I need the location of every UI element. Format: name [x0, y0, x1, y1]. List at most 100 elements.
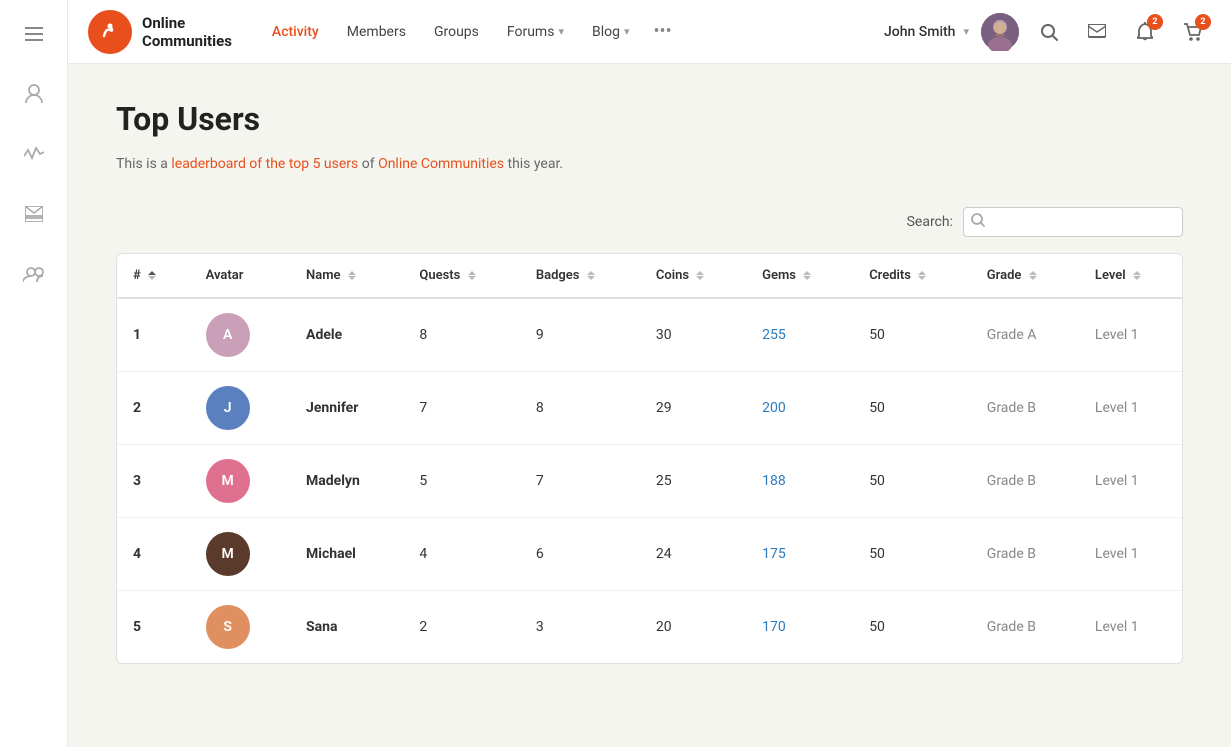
- user-menu[interactable]: John Smith ▾: [884, 24, 969, 40]
- search-label: Search:: [907, 214, 953, 230]
- cell-coins: 24: [640, 518, 746, 591]
- nav-members[interactable]: Members: [335, 16, 418, 48]
- cell-quests: 8: [403, 298, 519, 372]
- cell-quests: 5: [403, 445, 519, 518]
- subtitle-link: leaderboard of the top 5 users: [171, 156, 358, 172]
- user-avatar: S: [206, 605, 250, 649]
- cell-credits: 50: [853, 372, 971, 445]
- search-row: Search:: [116, 207, 1183, 237]
- grade-sort-icon: [1029, 271, 1037, 280]
- col-credits[interactable]: Credits: [853, 254, 971, 298]
- quests-sort-icon: [468, 271, 476, 280]
- brand: Online Communities: [88, 10, 232, 54]
- cell-gems: 170: [746, 591, 853, 664]
- cell-name: Adele: [290, 298, 403, 372]
- cell-level: Level 1: [1079, 518, 1182, 591]
- credits-sort-icon: [918, 271, 926, 280]
- user-avatar: J: [206, 386, 250, 430]
- table-row: 5 S Sana 2 3 20 170 50 Grade B Level 1: [117, 591, 1182, 664]
- col-level[interactable]: Level: [1079, 254, 1182, 298]
- forums-chevron-icon: ▾: [558, 25, 564, 38]
- user-name: John Smith: [884, 24, 955, 40]
- sidebar-groups-icon[interactable]: [16, 256, 52, 292]
- col-quests[interactable]: Quests: [403, 254, 519, 298]
- gems-sort-icon: [803, 271, 811, 280]
- cell-credits: 50: [853, 591, 971, 664]
- sidebar-menu-icon[interactable]: [16, 16, 52, 52]
- cell-quests: 4: [403, 518, 519, 591]
- cell-grade: Grade B: [971, 445, 1079, 518]
- nav-activity[interactable]: Activity: [260, 16, 331, 48]
- avatar[interactable]: [981, 13, 1019, 51]
- table-row: 3 M Madelyn 5 7 25 188 50 Grade B Level …: [117, 445, 1182, 518]
- search-input-wrap: [963, 207, 1183, 237]
- table-row: 2 J Jennifer 7 8 29 200 50 Grade B Level…: [117, 372, 1182, 445]
- cell-coins: 20: [640, 591, 746, 664]
- search-button[interactable]: [1031, 14, 1067, 50]
- blog-chevron-icon: ▾: [624, 25, 630, 38]
- cell-name: Sana: [290, 591, 403, 664]
- user-avatar: M: [206, 532, 250, 576]
- notifications-button[interactable]: 2: [1127, 14, 1163, 50]
- table-row: 1 A Adele 8 9 30 255 50 Grade A Level 1: [117, 298, 1182, 372]
- col-coins[interactable]: Coins: [640, 254, 746, 298]
- cell-avatar: M: [190, 445, 290, 518]
- brand-name-line2: Communities: [142, 32, 232, 50]
- cell-avatar: J: [190, 372, 290, 445]
- page-subtitle: This is a leaderboard of the top 5 users…: [116, 154, 1183, 175]
- col-rank[interactable]: #: [117, 254, 190, 298]
- page-title: Top Users: [116, 100, 1183, 138]
- cart-badge: 2: [1195, 14, 1211, 30]
- cell-avatar: M: [190, 518, 290, 591]
- cell-badges: 9: [520, 298, 640, 372]
- cell-badges: 3: [520, 591, 640, 664]
- subtitle-brand: Online Communities: [378, 156, 504, 172]
- cell-grade: Grade B: [971, 591, 1079, 664]
- cell-grade: Grade A: [971, 298, 1079, 372]
- cell-level: Level 1: [1079, 372, 1182, 445]
- cell-name: Michael: [290, 518, 403, 591]
- cell-coins: 29: [640, 372, 746, 445]
- cell-level: Level 1: [1079, 591, 1182, 664]
- sidebar-user-icon[interactable]: [16, 76, 52, 112]
- user-menu-chevron-icon: ▾: [963, 25, 969, 38]
- nav-blog[interactable]: Blog ▾: [580, 16, 642, 48]
- nav-forums[interactable]: Forums ▾: [495, 16, 576, 48]
- sidebar-activity-icon[interactable]: [16, 136, 52, 172]
- cell-rank: 4: [117, 518, 190, 591]
- brand-logo: [88, 10, 132, 54]
- cell-rank: 3: [117, 445, 190, 518]
- cell-grade: Grade B: [971, 518, 1079, 591]
- cart-button[interactable]: 2: [1175, 14, 1211, 50]
- cell-gems: 175: [746, 518, 853, 591]
- search-input[interactable]: [963, 207, 1183, 237]
- nav-groups[interactable]: Groups: [422, 16, 491, 48]
- cell-level: Level 1: [1079, 298, 1182, 372]
- brand-name-line1: Online: [142, 14, 232, 32]
- notification-badge: 2: [1147, 14, 1163, 30]
- col-grade[interactable]: Grade: [971, 254, 1079, 298]
- col-gems[interactable]: Gems: [746, 254, 853, 298]
- cell-grade: Grade B: [971, 372, 1079, 445]
- cell-credits: 50: [853, 445, 971, 518]
- cell-gems: 188: [746, 445, 853, 518]
- sidebar-inbox-icon[interactable]: [16, 196, 52, 232]
- cell-avatar: A: [190, 298, 290, 372]
- nav-right: John Smith ▾: [884, 13, 1211, 51]
- cell-avatar: S: [190, 591, 290, 664]
- nav-more-button[interactable]: •••: [645, 13, 679, 50]
- messages-button[interactable]: [1079, 14, 1115, 50]
- col-badges[interactable]: Badges: [520, 254, 640, 298]
- badges-sort-icon: [587, 271, 595, 280]
- rank-sort-icon: [148, 271, 156, 280]
- cell-rank: 2: [117, 372, 190, 445]
- col-name[interactable]: Name: [290, 254, 403, 298]
- cell-coins: 30: [640, 298, 746, 372]
- cell-level: Level 1: [1079, 445, 1182, 518]
- user-avatar: A: [206, 313, 250, 357]
- cell-rank: 5: [117, 591, 190, 664]
- col-avatar: Avatar: [190, 254, 290, 298]
- cell-credits: 50: [853, 298, 971, 372]
- table-header-row: # Avatar Name Quests: [117, 254, 1182, 298]
- table-row: 4 M Michael 4 6 24 175 50 Grade B Level …: [117, 518, 1182, 591]
